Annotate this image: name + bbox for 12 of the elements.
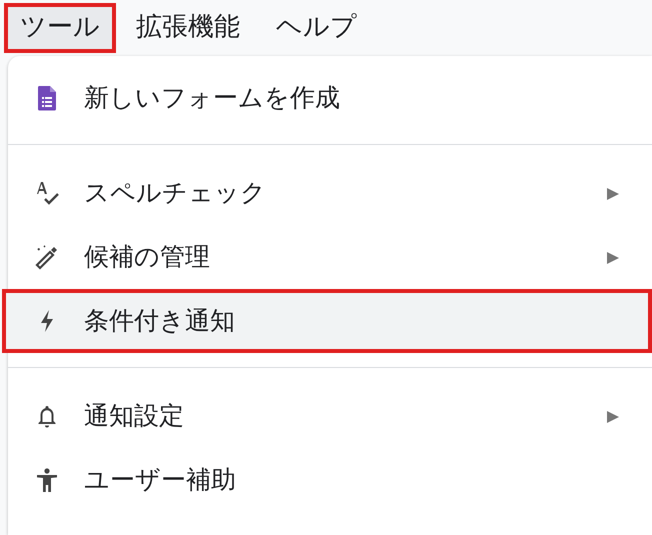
accessibility-icon (34, 467, 60, 493)
menu-tab[interactable]: 拡張機能 (120, 3, 256, 53)
menu-tab[interactable]: ツール (4, 3, 116, 53)
spellcheck-icon (34, 180, 60, 206)
menu-item[interactable]: スペルチェック (2, 161, 652, 225)
magic-wand-icon (34, 244, 60, 270)
menu-tab[interactable]: ヘルプ (260, 3, 373, 53)
menu-item[interactable]: 新しいフォームを作成 (2, 66, 652, 130)
menu-item[interactable]: 候補の管理 (2, 225, 652, 289)
menu-item[interactable]: 条件付き通知 (2, 289, 652, 353)
menu-item[interactable]: ユーザー補助 (2, 448, 652, 512)
menu-item[interactable]: 通知設定 (2, 384, 652, 448)
